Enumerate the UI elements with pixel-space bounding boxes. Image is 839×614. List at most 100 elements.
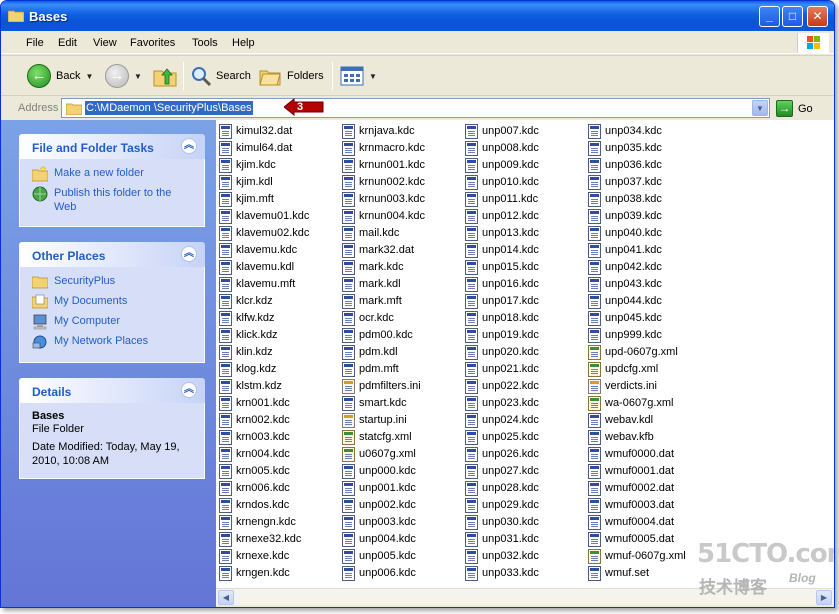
file-item[interactable]: unp004.kdc — [342, 531, 416, 547]
file-item[interactable]: unp008.kdc — [465, 140, 539, 156]
title-bar[interactable]: Bases _ □ ✕ — [1, 1, 834, 31]
file-item[interactable]: mail.kdc — [342, 225, 399, 241]
collapse-icon[interactable]: ︽ — [181, 138, 197, 154]
file-item[interactable]: wmuf0003.dat — [588, 497, 674, 513]
file-item[interactable]: unp010.kdc — [465, 174, 539, 190]
views-button[interactable]: ▼ — [340, 62, 377, 90]
file-item[interactable]: wmuf0004.dat — [588, 514, 674, 530]
file-item[interactable]: klick.kdz — [219, 327, 278, 343]
file-item[interactable]: krngen.kdc — [219, 565, 290, 581]
make-new-folder-link[interactable]: Make a new folder — [32, 166, 204, 182]
file-item[interactable]: kimul64.dat — [219, 140, 292, 156]
file-item[interactable]: krnexe.kdc — [219, 548, 289, 564]
file-item[interactable]: unp031.kdc — [465, 531, 539, 547]
file-item[interactable]: unp007.kdc — [465, 123, 539, 139]
search-button[interactable]: Search — [190, 62, 251, 90]
file-item[interactable]: unp027.kdc — [465, 463, 539, 479]
file-item[interactable]: unp037.kdc — [588, 174, 662, 190]
file-item[interactable]: pdm00.kdc — [342, 327, 413, 343]
file-item[interactable]: startup.ini — [342, 412, 407, 428]
place-my-documents[interactable]: My Documents — [32, 294, 204, 310]
file-item[interactable]: unp045.kdc — [588, 310, 662, 326]
file-item[interactable]: krnmacro.kdc — [342, 140, 425, 156]
file-item[interactable]: krn003.kdc — [219, 429, 290, 445]
file-item[interactable]: mark.kdc — [342, 259, 404, 275]
file-item[interactable]: webav.kdl — [588, 412, 653, 428]
chevron-down-icon[interactable]: ▼ — [369, 72, 377, 81]
collapse-icon[interactable]: ︽ — [181, 382, 197, 398]
file-item[interactable]: unp019.kdc — [465, 327, 539, 343]
file-item[interactable]: krnun001.kdc — [342, 157, 425, 173]
address-dropdown-icon[interactable]: ▼ — [752, 100, 768, 116]
menu-help[interactable]: Help — [232, 37, 255, 49]
file-item[interactable]: mark32.dat — [342, 242, 414, 258]
file-item[interactable]: mark.kdl — [342, 276, 401, 292]
collapse-icon[interactable]: ︽ — [181, 246, 197, 262]
forward-button[interactable]: → ▼ — [105, 62, 142, 90]
file-item[interactable]: unp012.kdc — [465, 208, 539, 224]
file-item[interactable]: unp028.kdc — [465, 480, 539, 496]
file-item[interactable]: unp026.kdc — [465, 446, 539, 462]
file-item[interactable]: klavemu.mft — [219, 276, 295, 292]
file-item[interactable]: klavemu02.kdc — [219, 225, 309, 241]
file-item[interactable]: klavemu.kdl — [219, 259, 294, 275]
file-item[interactable]: klog.kdz — [219, 361, 276, 377]
file-item[interactable]: unp000.kdc — [342, 463, 416, 479]
file-item[interactable]: unp030.kdc — [465, 514, 539, 530]
minimize-button[interactable]: _ — [759, 6, 780, 27]
file-item[interactable]: unp033.kdc — [465, 565, 539, 581]
file-item[interactable]: unp038.kdc — [588, 191, 662, 207]
file-item[interactable]: unp005.kdc — [342, 548, 416, 564]
file-item[interactable]: kimul32.dat — [219, 123, 292, 139]
file-item[interactable]: unp011.kdc — [465, 191, 538, 207]
file-item[interactable]: pdm.mft — [342, 361, 399, 377]
menu-edit[interactable]: Edit — [58, 37, 77, 49]
file-item[interactable]: unp035.kdc — [588, 140, 662, 156]
file-item[interactable]: ocr.kdc — [342, 310, 394, 326]
file-item[interactable]: krnexe32.kdc — [219, 531, 301, 547]
file-item[interactable]: krn001.kdc — [219, 395, 290, 411]
file-item[interactable]: klavemu.kdc — [219, 242, 297, 258]
file-item[interactable]: upd-0607g.xml — [588, 344, 678, 360]
file-item[interactable]: klfw.kdz — [219, 310, 275, 326]
file-item[interactable]: unp043.kdc — [588, 276, 662, 292]
file-item[interactable]: unp023.kdc — [465, 395, 539, 411]
file-item[interactable]: unp018.kdc — [465, 310, 539, 326]
file-item[interactable]: unp042.kdc — [588, 259, 662, 275]
file-item[interactable]: klin.kdz — [219, 344, 273, 360]
file-item[interactable]: krn004.kdc — [219, 446, 290, 462]
file-item[interactable]: unp003.kdc — [342, 514, 416, 530]
file-item[interactable]: unp022.kdc — [465, 378, 539, 394]
file-item[interactable]: unp041.kdc — [588, 242, 662, 258]
file-item[interactable]: wmuf0002.dat — [588, 480, 674, 496]
place-my-computer[interactable]: My Computer — [32, 314, 204, 330]
file-item[interactable]: wmuf0000.dat — [588, 446, 674, 462]
file-item[interactable]: pdm.kdl — [342, 344, 398, 360]
file-item[interactable]: unp036.kdc — [588, 157, 662, 173]
scroll-left-icon[interactable]: ◀ — [218, 590, 234, 605]
file-item[interactable]: statcfg.xml — [342, 429, 412, 445]
file-item[interactable]: u0607g.xml — [342, 446, 416, 462]
close-button[interactable]: ✕ — [807, 6, 828, 27]
file-item[interactable]: kjim.kdc — [219, 157, 276, 173]
chevron-down-icon[interactable]: ▼ — [134, 72, 142, 81]
file-item[interactable]: unp016.kdc — [465, 276, 539, 292]
file-item[interactable]: webav.kfb — [588, 429, 654, 445]
menu-tools[interactable]: Tools — [192, 37, 218, 49]
file-item[interactable]: unp002.kdc — [342, 497, 416, 513]
file-item[interactable]: krnun002.kdc — [342, 174, 425, 190]
menu-file[interactable]: File — [26, 37, 44, 49]
file-item[interactable]: kjim.kdl — [219, 174, 273, 190]
file-item[interactable]: unp029.kdc — [465, 497, 539, 513]
file-item[interactable]: wmuf-0607g.xml — [588, 548, 686, 564]
chevron-down-icon[interactable]: ▼ — [85, 72, 93, 81]
file-item[interactable]: unp044.kdc — [588, 293, 662, 309]
file-item[interactable]: klstm.kdz — [219, 378, 282, 394]
folders-button[interactable]: Folders — [259, 62, 324, 90]
file-item[interactable]: kjim.mft — [219, 191, 274, 207]
panel-header[interactable]: File and Folder Tasks ︽ — [19, 134, 205, 159]
file-item[interactable]: krnun003.kdc — [342, 191, 425, 207]
place-securityplus[interactable]: SecurityPlus — [32, 274, 204, 290]
file-item[interactable]: krndos.kdc — [219, 497, 289, 513]
file-item[interactable]: wmuf0001.dat — [588, 463, 674, 479]
